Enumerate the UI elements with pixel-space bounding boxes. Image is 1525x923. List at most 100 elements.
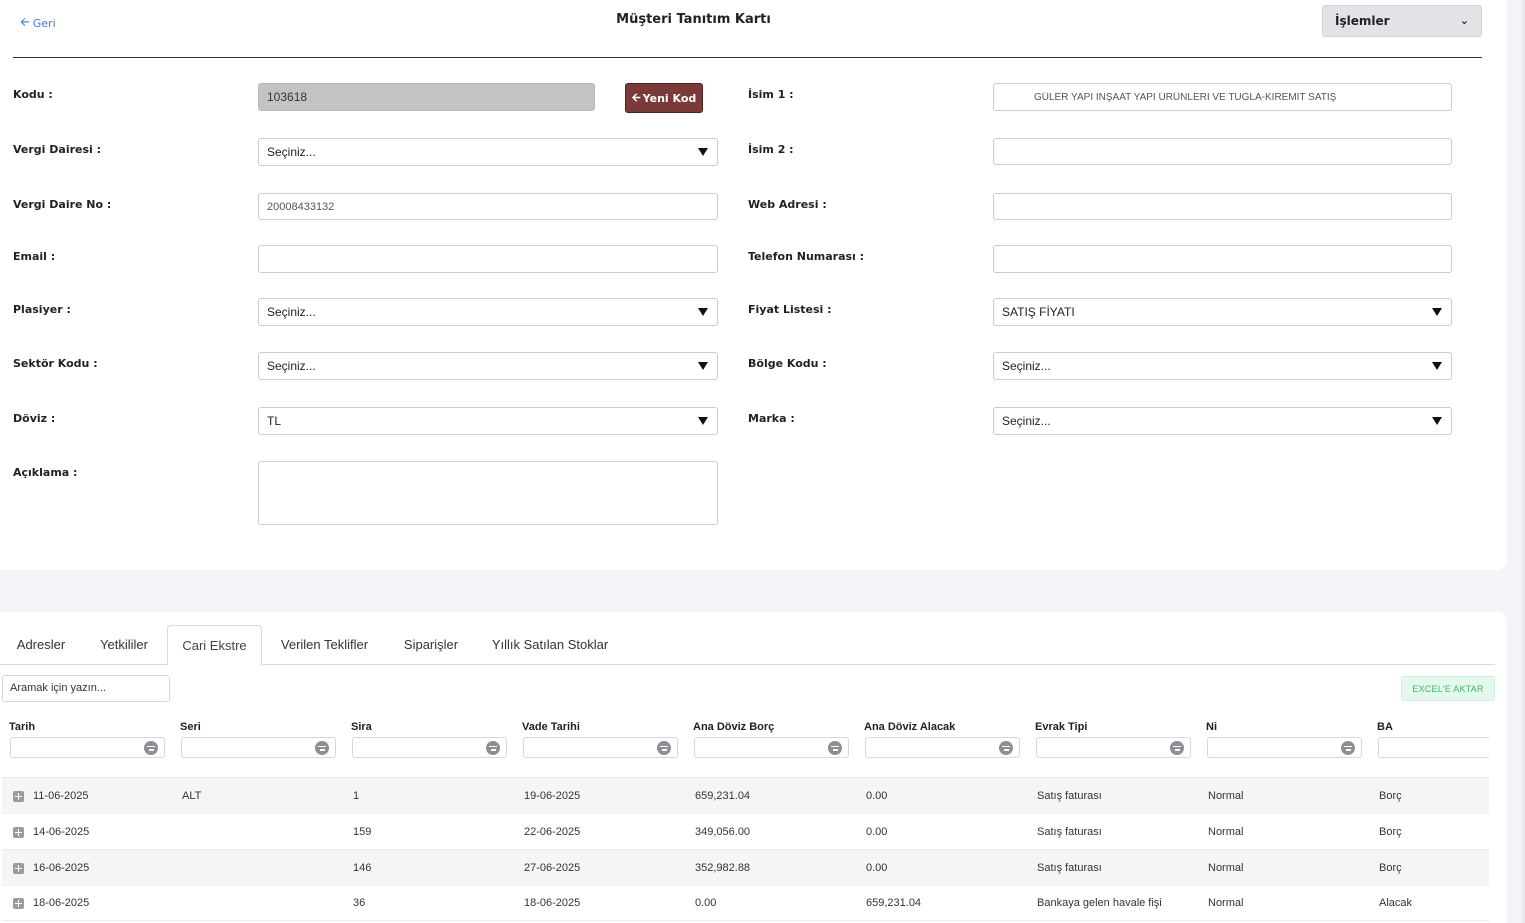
filter-input-tarih[interactable]: [10, 737, 165, 758]
actions-dropdown[interactable]: İşlemler ⌄: [1322, 5, 1482, 37]
chevron-down-icon: ⌄: [1459, 14, 1469, 27]
column-header-vade-tarihi[interactable]: Vade Tarihi: [522, 721, 580, 733]
new-code-label: Yeni Kod: [642, 91, 697, 105]
cell-borc: 659,231.04: [695, 790, 751, 802]
table-row[interactable]: 18-06-2025 36 18-06-2025 0.00 659,231.04…: [2, 885, 1489, 921]
arrow-left-icon: 🡨: [631, 90, 641, 104]
cell-ba: Borç: [1379, 862, 1402, 874]
cell-alacak: 0.00: [866, 826, 888, 838]
cell-tarih: 18-06-2025: [33, 897, 90, 909]
filter-input-seri[interactable]: [181, 737, 336, 758]
code-value: 103618: [267, 90, 308, 104]
salesperson-value: Seçiniz...: [267, 305, 316, 319]
expand-icon[interactable]: [13, 791, 24, 802]
tab-cari-ekstre[interactable]: Cari Ekstre: [167, 625, 262, 666]
column-header-ana-doviz-borc[interactable]: Ana Döviz Borç: [693, 721, 774, 733]
cell-borc: 352,982.88: [695, 862, 751, 874]
tab-verilen-teklifler[interactable]: Verilen Teklifler: [266, 625, 383, 665]
caret-down-icon: [698, 362, 708, 370]
column-header-ni[interactable]: Ni: [1206, 721, 1217, 733]
tab-yetkililer[interactable]: Yetkililer: [83, 625, 165, 665]
tax-office-select[interactable]: Seçiniz...: [258, 138, 718, 166]
cell-tarih: 11-06-2025: [33, 790, 89, 802]
caret-down-icon: [698, 417, 708, 425]
tax-no-input[interactable]: 20008433132: [258, 193, 718, 220]
cell-ni: Normal: [1208, 826, 1244, 838]
filter-input-ana-doviz-alacak[interactable]: [865, 737, 1020, 758]
cell-alacak: 0.00: [866, 862, 888, 874]
filter-icon[interactable]: [999, 741, 1013, 755]
phone-input[interactable]: [993, 245, 1452, 273]
description-textarea[interactable]: [258, 461, 718, 525]
brand-select[interactable]: Seçiniz...: [993, 407, 1452, 435]
page-title: Müşteri Tanıtım Kartı: [616, 12, 771, 27]
grid-header: Tarih Seri Sira Vade Tarihi Ana Döviz Bo…: [2, 710, 1489, 778]
filter-icon[interactable]: [657, 741, 671, 755]
caret-down-icon: [1432, 362, 1442, 370]
caret-down-icon: [698, 308, 708, 316]
email-input[interactable]: [258, 245, 718, 273]
description-label: Açıklama :: [13, 466, 78, 479]
expand-icon[interactable]: [13, 827, 24, 838]
web-input[interactable]: [993, 193, 1452, 220]
sector-label: Sektör Kodu :: [13, 357, 98, 370]
currency-value: TL: [267, 414, 282, 428]
column-header-tarih[interactable]: Tarih: [9, 721, 35, 733]
export-excel-button[interactable]: EXCEL'E AKTAR: [1401, 676, 1495, 701]
cell-sira: 1: [353, 790, 360, 802]
statement-grid: Tarih Seri Sira Vade Tarihi Ana Döviz Bo…: [2, 710, 1489, 923]
brand-value: Seçiniz...: [1002, 414, 1051, 428]
filter-icon[interactable]: [1341, 741, 1355, 755]
cell-ni: Normal: [1208, 862, 1244, 874]
region-select[interactable]: Seçiniz...: [993, 352, 1452, 380]
brand-label: Marka :: [748, 412, 795, 425]
cell-evrak-tipi: Satış faturası: [1037, 826, 1102, 838]
filter-icon[interactable]: [315, 741, 329, 755]
tab-yillik-satilan-stoklar[interactable]: Yıllık Satılan Stoklar: [481, 625, 619, 665]
filter-icon[interactable]: [1170, 741, 1184, 755]
tab-adresler[interactable]: Adresler: [2, 625, 80, 665]
expand-icon[interactable]: [13, 863, 24, 874]
new-code-button[interactable]: 🡨 Yeni Kod: [625, 83, 703, 113]
filter-input-sira[interactable]: [352, 737, 507, 758]
name2-label: İsim 2 :: [748, 143, 794, 156]
currency-select[interactable]: TL: [258, 407, 718, 435]
sector-select[interactable]: Seçiniz...: [258, 352, 718, 380]
tax-no-label: Vergi Daire No :: [13, 198, 112, 211]
cell-borc: 349,056.00: [695, 826, 751, 838]
cell-vade-tarihi: 27-06-2025: [524, 862, 581, 874]
filter-input-vade-tarihi[interactable]: [523, 737, 678, 758]
filter-icon[interactable]: [486, 741, 500, 755]
filter-input-ba[interactable]: [1378, 737, 1489, 758]
salesperson-select[interactable]: Seçiniz...: [258, 298, 718, 326]
cell-alacak: 0.00: [866, 790, 888, 802]
name1-input[interactable]: GÜLER YAPI İNŞAAT YAPI ÜRÜNLERİ VE TUĞLA…: [993, 83, 1452, 111]
region-label: Bölge Kodu :: [748, 357, 827, 370]
price-list-select[interactable]: SATIŞ FİYATI: [993, 298, 1452, 326]
column-header-evrak-tipi[interactable]: Evrak Tipi: [1035, 721, 1087, 733]
detail-card: Adresler Yetkililer Cari Ekstre Verilen …: [0, 612, 1507, 923]
cell-borc: 0.00: [695, 897, 717, 909]
table-row[interactable]: 11-06-2025 ALT 1 19-06-2025 659,231.04 0…: [2, 778, 1489, 814]
column-header-ba[interactable]: BA: [1377, 721, 1393, 733]
cell-tarih: 16-06-2025: [33, 862, 90, 874]
filter-input-ana-doviz-borc[interactable]: [694, 737, 849, 758]
column-header-sira[interactable]: Sira: [351, 721, 372, 733]
table-row[interactable]: 16-06-2025 146 27-06-2025 352,982.88 0.0…: [2, 850, 1489, 886]
name2-input[interactable]: [993, 138, 1452, 165]
filter-input-ni[interactable]: [1207, 737, 1362, 758]
column-header-seri[interactable]: Seri: [180, 721, 201, 733]
cell-vade-tarihi: 19-06-2025: [524, 790, 581, 802]
filter-input-evrak-tipi[interactable]: [1036, 737, 1191, 758]
tab-siparisler[interactable]: Siparişler: [390, 625, 472, 665]
expand-icon[interactable]: [13, 898, 24, 909]
column-header-ana-doviz-alacak[interactable]: Ana Döviz Alacak: [864, 721, 955, 733]
grid-search-input[interactable]: Aramak için yazın...: [2, 675, 170, 702]
price-list-value: SATIŞ FİYATI: [1002, 305, 1075, 319]
caret-down-icon: [1432, 417, 1442, 425]
name1-label: İsim 1 :: [748, 88, 794, 101]
filter-icon[interactable]: [828, 741, 842, 755]
filter-icon[interactable]: [144, 741, 158, 755]
table-row[interactable]: 14-06-2025 159 22-06-2025 349,056.00 0.0…: [2, 814, 1489, 850]
cell-sira: 159: [353, 826, 372, 838]
